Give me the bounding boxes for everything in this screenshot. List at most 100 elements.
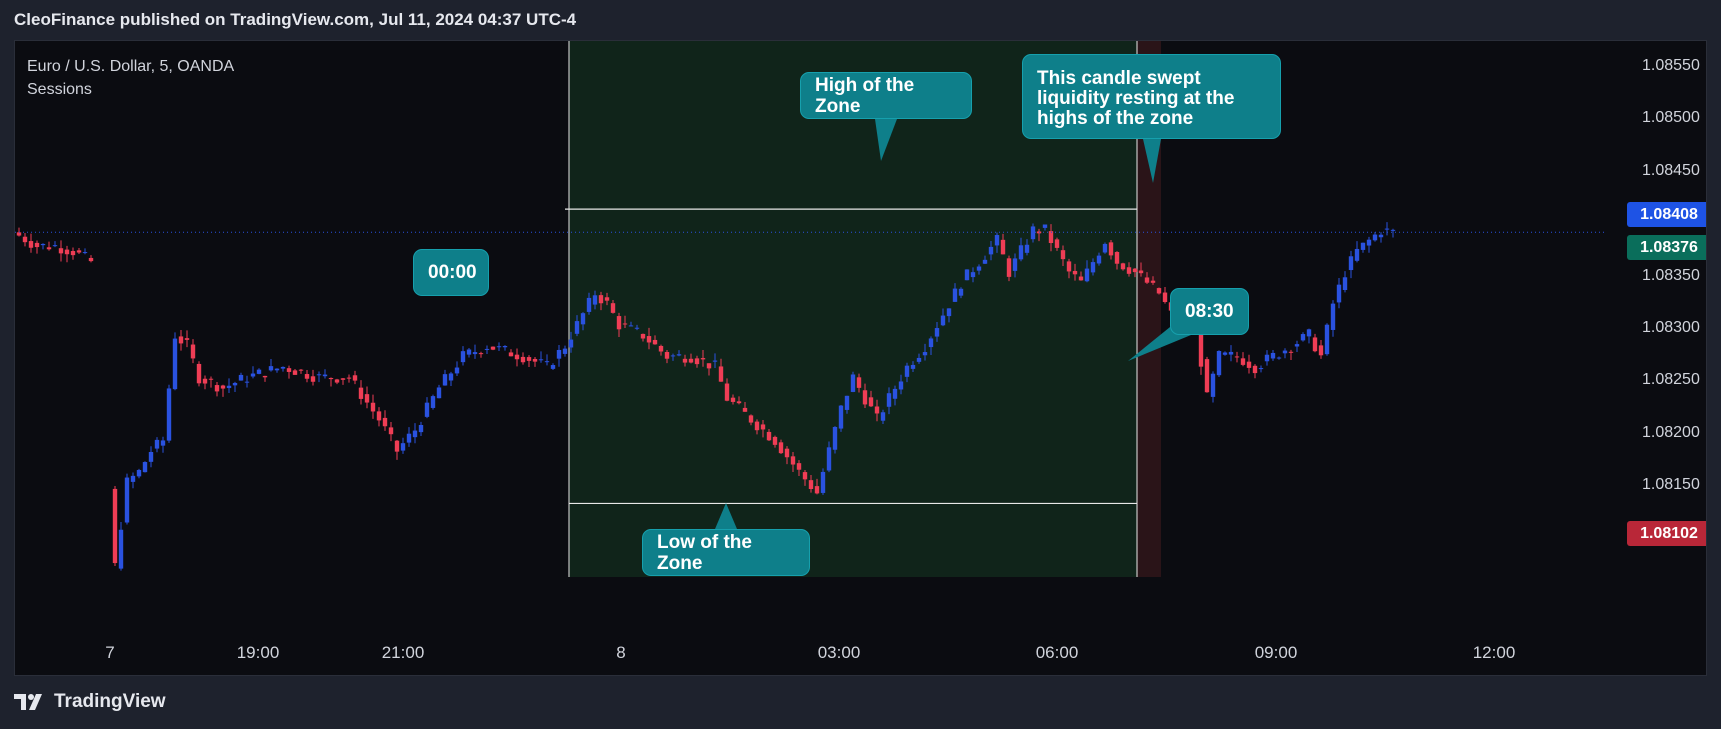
candle-body — [148, 451, 154, 462]
candle — [1372, 232, 1378, 242]
candle-body — [406, 433, 412, 443]
candle-body — [502, 345, 508, 348]
candle — [1318, 339, 1324, 359]
candle-body — [658, 345, 664, 352]
x-tick: 8 — [616, 643, 626, 662]
candle-body — [910, 364, 916, 369]
candle-body — [976, 266, 982, 271]
candle — [490, 346, 496, 351]
candle — [1222, 351, 1228, 356]
candle-body — [1288, 351, 1294, 353]
candle-body — [526, 357, 532, 361]
candle — [388, 422, 394, 442]
candle-body — [130, 475, 136, 482]
callout-sweep-note: This candle swept liquidity resting at t… — [1022, 54, 1281, 139]
candle-body — [946, 308, 952, 317]
candle — [226, 378, 232, 393]
candle-body — [844, 395, 850, 410]
candle — [58, 240, 64, 262]
candle-body — [1048, 231, 1054, 244]
candle-body — [364, 394, 370, 403]
candle-body — [1372, 234, 1378, 241]
symbol-label[interactable]: Euro / U.S. Dollar, 5, OANDA — [27, 55, 234, 78]
candle-body — [952, 288, 958, 302]
candle-body — [1216, 351, 1222, 376]
publish-header: CleoFinance published on TradingView.com… — [0, 0, 1721, 40]
candle-body — [1018, 245, 1024, 260]
candle-body — [388, 427, 394, 435]
indicator-label[interactable]: Sessions — [27, 78, 234, 101]
candle-body — [154, 439, 160, 449]
price-chart[interactable] — [15, 41, 1706, 675]
candle-body — [382, 417, 388, 427]
candle-body — [1096, 255, 1102, 264]
candle — [358, 380, 364, 405]
candle-body — [652, 339, 658, 345]
candle-body — [178, 336, 184, 344]
candle — [514, 348, 520, 367]
candle-body — [886, 393, 892, 407]
tradingview-brand[interactable]: TradingView — [14, 691, 166, 713]
candle — [232, 381, 238, 393]
candle-body — [256, 369, 262, 374]
candle — [220, 384, 226, 397]
candle — [532, 357, 538, 367]
candle — [544, 354, 550, 366]
candle-body — [1348, 256, 1354, 271]
candle-body — [940, 315, 946, 326]
candle-body — [1030, 226, 1036, 240]
candle-body — [694, 358, 700, 365]
y-tick: 1.08200 — [1642, 424, 1700, 441]
candle-body — [334, 379, 340, 383]
candle-body — [928, 338, 934, 348]
chart-pane[interactable]: Euro / U.S. Dollar, 5, OANDA Sessions 00… — [14, 40, 1707, 676]
candle — [484, 345, 490, 354]
candle-body — [238, 374, 244, 381]
candle-body — [670, 355, 676, 357]
candle-body — [820, 471, 826, 493]
y-tick: 1.08450 — [1642, 162, 1700, 179]
candle — [832, 426, 838, 454]
candle-body — [250, 373, 256, 377]
candle — [838, 405, 844, 432]
candle-body — [772, 436, 778, 445]
candle-body — [508, 352, 514, 357]
candle — [46, 241, 52, 251]
candle — [1210, 371, 1216, 403]
candle-body — [1132, 268, 1138, 273]
candle — [562, 345, 568, 357]
candle-body — [1384, 228, 1390, 230]
candle — [478, 351, 484, 358]
candle — [244, 375, 250, 388]
candle-body — [208, 378, 214, 380]
candle-body — [490, 346, 496, 350]
candle-body — [610, 303, 616, 313]
candle-body — [328, 378, 334, 380]
y-tick: 1.08300 — [1642, 319, 1700, 336]
candle-body — [442, 374, 448, 386]
candle-body — [1054, 239, 1060, 248]
candle-body — [1342, 277, 1348, 291]
candle-body — [568, 339, 574, 348]
candle-body — [1270, 352, 1276, 359]
candle-body — [340, 378, 346, 380]
candle-body — [88, 257, 94, 262]
candle-body — [400, 443, 406, 451]
candle-body — [22, 236, 28, 243]
candle-body — [454, 367, 460, 374]
candle-body — [1114, 252, 1120, 264]
candle-body — [124, 477, 130, 523]
candle-body — [352, 375, 358, 381]
candle-body — [1108, 242, 1114, 256]
candle-body — [688, 358, 694, 363]
candle-body — [706, 363, 712, 369]
candle — [454, 361, 460, 376]
candle — [412, 423, 418, 444]
candle-body — [592, 295, 598, 305]
candle-body — [118, 529, 124, 569]
candle-body — [142, 462, 148, 473]
candle-body — [514, 354, 520, 360]
callout-zone-low: Low of the Zone — [642, 529, 810, 576]
candle-body — [718, 366, 724, 382]
candle — [22, 232, 28, 247]
